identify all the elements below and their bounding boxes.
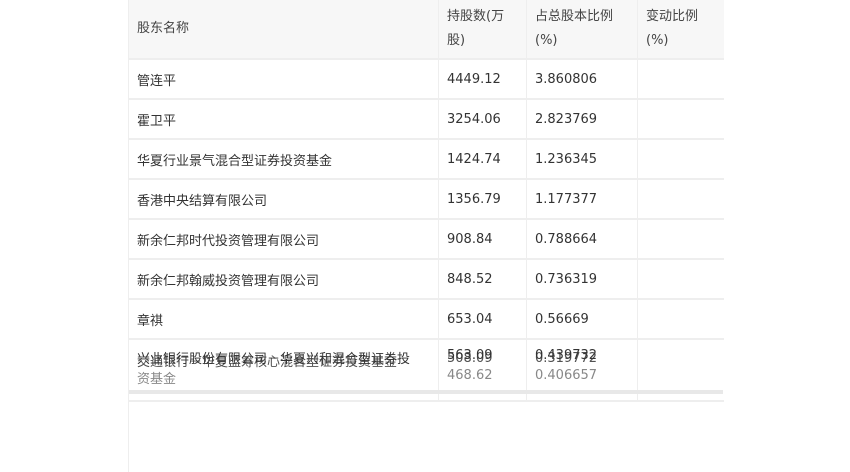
change-value [637,299,724,340]
shares-value: 4449.12 [438,59,527,100]
table-row: 管连平 4449.12 3.860806 [129,59,724,100]
shareholder-name: 管连平 [129,59,439,100]
header-ratio: 占总股本比例(%) [526,0,638,60]
shares-value: 3254.06 [438,99,527,140]
change-value [637,139,724,180]
change-value [637,179,724,220]
shareholder-panel: 股东名称 持股数(万股) 占总股本比例(%) 变动比例(%) 管连平 4449.… [128,0,724,472]
header-change: 变动比例(%) [637,0,724,60]
header-shareholder-name: 股东名称 [129,0,439,60]
shareholder-name: 霍卫平 [129,99,439,140]
table-header-row: 股东名称 持股数(万股) 占总股本比例(%) 变动比例(%) [129,0,724,60]
shares-value: 653.04 [438,299,527,340]
header-shares: 持股数(万股) [438,0,527,60]
ratio-value: 0.788664 [526,219,638,260]
table-row: 新余仁邦翰威投资管理有限公司 848.52 0.736319 [129,259,724,300]
change-value [637,99,724,140]
ratio-value: 1.177377 [526,179,638,220]
ratio-value: 0.406657 [535,368,598,383]
table-row: 新余仁邦时代投资管理有限公司 908.84 0.788664 [129,219,724,260]
table-row: 章祺 653.04 0.56669 [129,299,724,340]
ratio-value: 0.319772 [535,351,598,366]
ratio-value: 2.823769 [526,99,638,140]
table-bottom-divider [129,390,723,394]
ratio-value: 0.736319 [526,259,638,300]
change-value [637,59,724,100]
shares-value: 508.09 [447,351,493,366]
ratio-value: 0.56669 [526,299,638,340]
shareholder-name: 香港中央结算有限公司 [129,179,439,220]
shareholder-name-continued: 资基金 [137,372,177,387]
shares-value: 908.84 [438,219,527,260]
shares-value: 1356.79 [438,179,527,220]
table-row: 华夏行业景气混合型证券投资基金 1424.74 1.236345 [129,139,724,180]
shares-value: 1424.74 [438,139,527,180]
shareholder-table: 股东名称 持股数(万股) 占总股本比例(%) 变动比例(%) 管连平 4449.… [129,0,724,402]
ratio-value: 1.236345 [526,139,638,180]
shares-value: 848.52 [438,259,527,300]
table-row: 香港中央结算有限公司 1356.79 1.177377 [129,179,724,220]
table-row: 霍卫平 3254.06 2.823769 [129,99,724,140]
change-value [637,259,724,300]
shares-value: 468.62 [447,368,493,383]
shareholder-name: 章祺 [129,299,439,340]
ratio-value: 3.860806 [526,59,638,100]
shareholder-name: 新余仁邦时代投资管理有限公司 [129,219,439,260]
shareholder-name: 新余仁邦翰威投资管理有限公司 [129,259,439,300]
shareholder-name: 华夏行业景气混合型证券投资基金 [129,139,439,180]
change-value [637,219,724,260]
